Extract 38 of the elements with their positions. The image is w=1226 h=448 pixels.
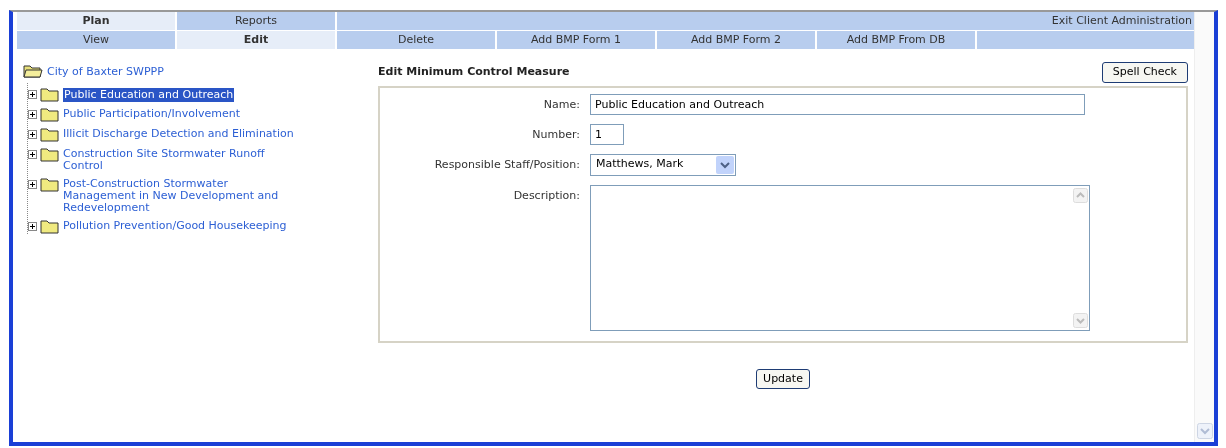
exit-link[interactable]: Exit Client Administration (1051, 12, 1194, 30)
tab[interactable]: Plan (17, 12, 177, 31)
tab[interactable]: View (17, 31, 177, 50)
field-label: Responsible Staff/Position: (433, 156, 580, 173)
folder-icon (40, 147, 60, 162)
folder-icon (40, 177, 60, 192)
expand-icon[interactable] (28, 150, 37, 159)
name-field[interactable]: Public Education and Outreach (590, 93, 1085, 115)
tree-item[interactable]: Pollution Prevention/Good Housekeeping (63, 220, 287, 232)
tab[interactable]: Add BMP From DB (817, 31, 977, 50)
field-label: Name: (542, 96, 580, 113)
expand-icon[interactable] (28, 130, 37, 139)
field-label: Description: (512, 187, 580, 204)
expand-icon[interactable] (28, 180, 37, 189)
field-label: Number: (531, 126, 580, 143)
tab[interactable]: Add BMP Form 1 (497, 31, 657, 50)
tab[interactable]: Edit (177, 31, 337, 50)
tree-item[interactable]: Construction Site Stormwater Runoff Control (63, 148, 295, 172)
update-button[interactable]: Update (756, 368, 810, 389)
tree-item[interactable]: City of Baxter SWPPP (47, 66, 164, 78)
form-title: Edit Minimum Control Measure (378, 64, 570, 80)
folder-icon (40, 219, 60, 234)
tree-item[interactable]: Post-Construction Stormwater Management in New Development and Redevelopment (63, 178, 295, 214)
tree-item[interactable]: Illicit Discharge Detection and Elimination (63, 128, 294, 140)
tree-item[interactable]: Public Participation/Involvement (63, 108, 240, 120)
expand-icon[interactable] (28, 90, 37, 99)
expand-icon[interactable] (28, 222, 37, 231)
number-field[interactable]: 1 (590, 123, 624, 145)
tree-item[interactable]: Public Education and Outreach (63, 88, 235, 102)
folder-icon (40, 127, 60, 142)
tab[interactable]: Add BMP Form 2 (657, 31, 817, 50)
folder-icon (40, 87, 60, 102)
spell-check-button[interactable]: Spell Check (1101, 62, 1188, 83)
tab[interactable]: Delete (337, 31, 497, 50)
tab[interactable]: Reports (177, 12, 337, 31)
expand-icon[interactable] (28, 110, 37, 119)
staff-dropdown[interactable]: Matthews, Mark (590, 153, 736, 176)
folder-icon (40, 107, 60, 122)
